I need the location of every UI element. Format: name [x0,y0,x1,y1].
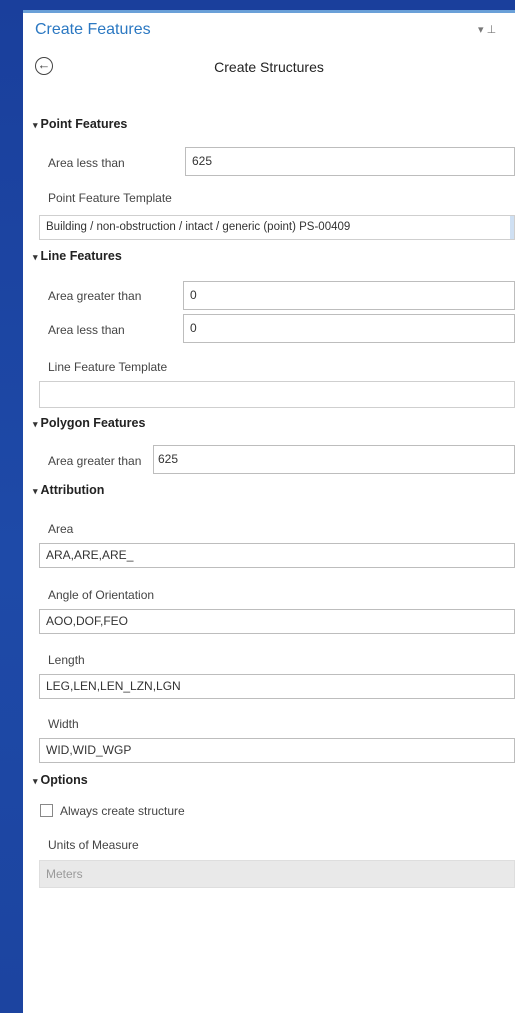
create-features-pane: Create Features ▾ ⊥ ← Create Structures … [23,10,515,1013]
line-area-greater-than-input[interactable]: 0 [183,281,515,310]
polygon-area-greater-than-label: Area greater than [48,454,142,468]
chevron-down-icon: ▾ [33,776,38,786]
always-create-structure-checkbox[interactable] [40,804,53,817]
polygon-area-greater-than-input[interactable]: 625 [153,445,515,474]
point-feature-template-field[interactable]: Building / non-obstruction / intact / ge… [39,215,515,240]
units-of-measure-label: Units of Measure [48,838,139,852]
options-header[interactable]: ▾ Options [33,773,88,787]
attribution-area-input[interactable]: ARA,ARE,ARE_ [39,543,515,568]
point-features-header[interactable]: ▾ Point Features [33,117,127,131]
line-area-less-than-input[interactable]: 0 [183,314,515,343]
attribution-header[interactable]: ▾ Attribution [33,483,104,497]
attribution-length-label: Length [48,653,85,667]
pin-pane-icon[interactable]: ▾ ⊥ [478,23,496,36]
chevron-down-icon: ▾ [33,419,38,429]
attribution-angle-label: Angle of Orientation [48,588,155,602]
polygon-features-header[interactable]: ▾ Polygon Features [33,416,145,430]
pane-title: Create Features [35,21,151,38]
units-of-measure-select[interactable]: Meters [39,860,515,888]
chevron-down-icon: ▾ [33,252,38,262]
point-feature-template-label: Point Feature Template [48,191,172,205]
pane-heading: Create Structures [214,59,324,75]
line-feature-template-label: Line Feature Template [48,360,168,374]
attribution-angle-input[interactable]: AOO,DOF,FEO [39,609,515,634]
attribution-width-input[interactable]: WID,WID_WGP [39,738,515,763]
point-area-less-than-input[interactable]: 625 [185,147,515,176]
always-create-structure-label[interactable]: Always create structure [60,804,185,818]
line-feature-template-field[interactable] [39,381,515,408]
point-area-less-than-label: Area less than [48,156,125,170]
chevron-down-icon: ▾ [33,120,38,130]
line-area-greater-than-label: Area greater than [48,289,142,303]
line-area-less-than-label: Area less than [48,323,125,337]
attribution-width-label: Width [48,717,79,731]
line-features-header[interactable]: ▾ Line Features [33,249,122,263]
attribution-area-label: Area [48,522,74,536]
field-scroll-indicator [510,216,514,239]
attribution-length-input[interactable]: LEG,LEN,LEN_LZN,LGN [39,674,515,699]
chevron-down-icon: ▾ [33,486,38,496]
